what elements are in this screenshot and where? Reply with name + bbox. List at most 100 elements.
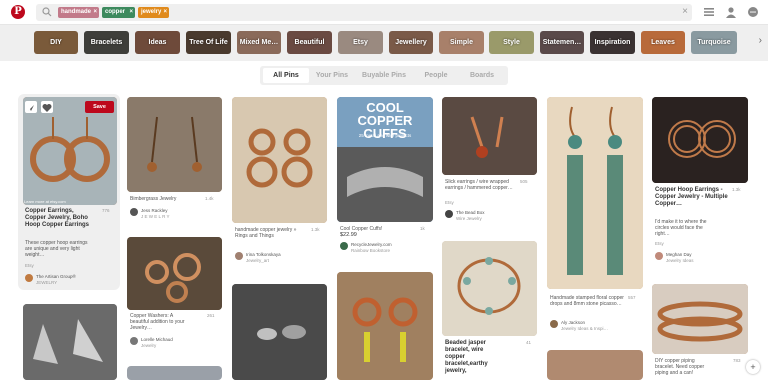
tab-buyable-pins[interactable]: Buyable Pins	[355, 68, 413, 83]
pin-overlay-link[interactable]: Learn more at etsy.com	[24, 199, 66, 204]
pin-user[interactable]: Jess Rackley	[141, 208, 168, 213]
pin-price: $22.99	[340, 232, 357, 238]
pin-image[interactable]	[232, 97, 327, 223]
chevron-right-icon[interactable]: ›	[759, 35, 762, 46]
earring-illustration	[23, 97, 117, 205]
avatar[interactable]	[655, 252, 663, 260]
add-pin-button[interactable]: +	[746, 360, 760, 374]
avatar[interactable]	[445, 210, 453, 218]
pin-image[interactable]	[232, 284, 327, 380]
guide-statement[interactable]: Statemen…	[540, 31, 584, 54]
tab-all-pins[interactable]: All Pins	[263, 68, 309, 83]
pin-repin-count: 1.4k	[205, 196, 214, 201]
chip-remove-icon[interactable]: ×	[129, 7, 133, 18]
pin-image[interactable]	[127, 366, 222, 380]
heart-icon	[42, 104, 52, 112]
search-chip-jewelry[interactable]: jewelry ×	[138, 7, 169, 18]
guide-etsy[interactable]: Etsy	[338, 31, 383, 54]
pin-user[interactable]: Aly Jackson	[561, 320, 585, 325]
tab-your-pins[interactable]: Your Pins	[311, 68, 353, 83]
messages-icon[interactable]	[747, 6, 759, 18]
pin-board[interactable]: Jewelry	[141, 343, 156, 348]
tab-people[interactable]: People	[415, 68, 457, 83]
search-bar[interactable]: handmade × copper × jewelry × ×	[36, 4, 692, 21]
pin-board[interactable]: JEWELRY	[36, 280, 57, 285]
avatar[interactable]	[130, 208, 138, 216]
pin-image[interactable]	[652, 284, 748, 354]
pin-repin-count: 1.3k	[311, 227, 320, 232]
pin-user[interactable]: Lorelle Michaud	[141, 337, 173, 342]
pin-title[interactable]: Copper Hoop Earrings - Copper Jewelry - …	[655, 187, 730, 208]
pin-description: Bimbergrass Jewelry	[130, 196, 177, 202]
pin-repin-count: 783	[733, 358, 741, 363]
pin-user[interactable]: Meghan Day	[666, 252, 692, 257]
like-button[interactable]	[41, 101, 53, 113]
search-chip-handmade[interactable]: handmade ×	[58, 7, 99, 18]
pin-image[interactable]	[337, 272, 433, 380]
avatar[interactable]	[130, 337, 138, 345]
save-button[interactable]: Save	[85, 101, 114, 113]
search-chip-copper[interactable]: copper ×	[102, 7, 135, 18]
pin-user[interactable]: The Artisan Group®	[36, 274, 76, 279]
guide-beautiful[interactable]: Beautiful	[287, 31, 332, 54]
chip-remove-icon[interactable]: ×	[163, 7, 167, 18]
pin-description: DIY copper piping bracelet. Need copper …	[655, 358, 705, 376]
pin-title[interactable]: Copper Earrings, Copper Jewelry, Boho Ho…	[25, 208, 95, 229]
pin-repin-count: 557	[628, 295, 636, 300]
pin-user[interactable]: The Bead Box	[456, 210, 485, 215]
guide-mixed-media[interactable]: Mixed Me…	[237, 31, 281, 54]
pinterest-logo-icon[interactable]: P	[11, 5, 25, 19]
pin-title[interactable]: Beaded jasper bracelet, wire copper brac…	[445, 340, 505, 375]
pin-image[interactable]: COOL COPPER CUFFS 25 metal and wire proj…	[337, 97, 433, 222]
avatar[interactable]	[25, 274, 33, 282]
pin-user[interactable]: Irina Tolkonskaya	[246, 252, 281, 257]
guide-tree-of-life[interactable]: Tree Of Life	[186, 31, 231, 54]
pin-board[interactable]: J E W E L R Y	[141, 214, 170, 219]
pin-description: Slick earrings / wire wrapped earrings /…	[445, 179, 513, 191]
pin-user[interactable]: RecycleJewelry.com	[351, 242, 392, 247]
pin-source[interactable]: Etsy	[25, 263, 34, 268]
guide-ideas[interactable]: Ideas	[135, 31, 180, 54]
pin-image[interactable]	[127, 237, 222, 310]
guide-bracelets[interactable]: Bracelets	[84, 31, 129, 54]
pin-image[interactable]	[442, 241, 537, 336]
pin-image[interactable]	[23, 97, 117, 205]
avatar[interactable]	[550, 320, 558, 328]
guide-leaves[interactable]: Leaves	[641, 31, 685, 54]
guide-simple[interactable]: Simple	[439, 31, 484, 54]
pin-board[interactable]: Jewelry Ideas	[666, 258, 694, 263]
pin-repin-count: 41	[526, 340, 532, 345]
menu-icon[interactable]	[703, 6, 715, 18]
guide-turquoise[interactable]: Turquoise	[691, 31, 737, 54]
pin-description: I'd make it to where the circles would f…	[655, 219, 707, 237]
avatar[interactable]	[235, 252, 243, 260]
pin-repin-count: 776	[102, 208, 110, 213]
guide-inspiration[interactable]: Inspiration	[590, 31, 635, 54]
pin-source[interactable]: Etsy	[445, 200, 454, 205]
pin-image[interactable]	[547, 350, 643, 380]
guide-diy[interactable]: DIY	[34, 31, 78, 54]
profile-icon[interactable]	[725, 6, 737, 18]
pin-source[interactable]: Etsy	[655, 241, 664, 246]
pin-image[interactable]	[23, 304, 117, 380]
avatar[interactable]	[340, 242, 348, 250]
clear-search-icon[interactable]: ×	[682, 6, 688, 18]
pin-board[interactable]: Rainbow Bookstore	[351, 248, 390, 253]
pin-board[interactable]: Wire Jewelry	[456, 216, 482, 221]
pin-image[interactable]	[442, 97, 537, 175]
guide-jewellery[interactable]: Jewellery	[389, 31, 433, 54]
top-bar: P handmade × copper × jewelry × ×	[0, 0, 768, 25]
guide-style[interactable]: Style	[489, 31, 534, 54]
pin-image[interactable]	[547, 97, 643, 289]
send-button[interactable]	[25, 101, 37, 113]
filter-tabs: All Pins Your Pins Buyable Pins People B…	[260, 66, 508, 85]
pin-board[interactable]: Jewelry Ideas & Inspi…	[561, 326, 608, 331]
chip-remove-icon[interactable]: ×	[93, 7, 97, 18]
tab-boards[interactable]: Boards	[459, 68, 505, 83]
pin-description: Copper Washers: A beautiful addition to …	[130, 313, 185, 331]
pin-description: These copper hoop earrings are unique an…	[25, 240, 88, 258]
pin-image[interactable]	[652, 97, 748, 183]
pin-board[interactable]: Jewelry_art	[246, 258, 269, 263]
guided-search-bar: DIY Bracelets Ideas Tree Of Life Mixed M…	[0, 25, 768, 61]
pin-image[interactable]	[127, 97, 222, 192]
